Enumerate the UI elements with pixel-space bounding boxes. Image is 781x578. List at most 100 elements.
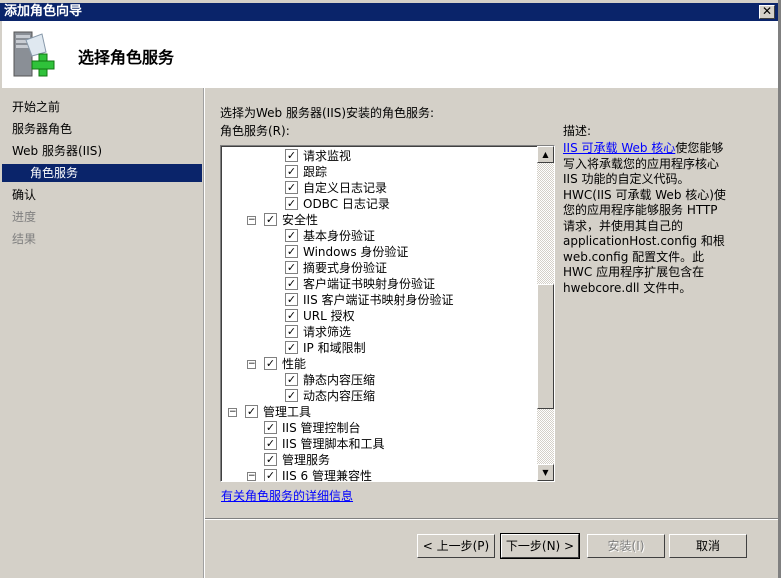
- tree-item-label: 静态内容压缩: [303, 373, 376, 387]
- checkbox[interactable]: ✓: [285, 229, 298, 242]
- tree-item[interactable]: ✓ IP 和域限制: [221, 340, 537, 356]
- arrow-down-icon: ▼: [542, 468, 549, 477]
- tree-item[interactable]: ✓ URL 授权: [221, 308, 537, 324]
- checkbox[interactable]: ✓: [285, 181, 298, 194]
- tree-item-label: IIS 客户端证书映射身份验证: [303, 293, 454, 307]
- tree-item[interactable]: ✓ 静态内容压缩: [221, 372, 537, 388]
- collapse-icon[interactable]: −: [228, 408, 237, 417]
- nav-item: 角色服务: [2, 164, 202, 182]
- tree-item[interactable]: − ✓ 安全性: [221, 212, 537, 228]
- tree-item[interactable]: ✓ 基本身份验证: [221, 228, 537, 244]
- tree-item-label: IIS 6 管理兼容性: [282, 469, 372, 482]
- next-button[interactable]: 下一步(N) >: [500, 533, 580, 559]
- tree-item-label: URL 授权: [303, 309, 355, 323]
- tree-item-label: 安全性: [282, 213, 319, 227]
- tree-item[interactable]: ✓ 客户端证书映射身份验证: [221, 276, 537, 292]
- tree-item-label: 请求筛选: [303, 325, 352, 339]
- tree-item[interactable]: ✓ 动态内容压缩: [221, 388, 537, 404]
- tree-item-label: 自定义日志记录: [303, 181, 388, 195]
- nav-item: 结果: [12, 232, 37, 246]
- tree-item[interactable]: ✓ 管理服务: [221, 452, 537, 468]
- collapse-icon[interactable]: −: [247, 472, 256, 481]
- description-link[interactable]: IIS 可承载 Web 核心: [563, 141, 675, 155]
- tree-item-label: 性能: [282, 357, 307, 371]
- page-title: 选择角色服务: [78, 48, 175, 67]
- description-label: 描述:: [563, 124, 592, 138]
- nav-item: 确认: [12, 188, 37, 202]
- more-info-link[interactable]: 有关角色服务的详细信息: [221, 487, 353, 504]
- checkbox[interactable]: ✓: [285, 197, 298, 210]
- nav-item: 进度: [12, 210, 37, 224]
- scrollbar[interactable]: ▲ ▼: [537, 146, 554, 481]
- window-title: 添加角色向导: [0, 3, 778, 21]
- collapse-icon[interactable]: −: [247, 360, 256, 369]
- divider: [203, 88, 205, 578]
- scroll-up-button[interactable]: ▲: [537, 146, 554, 163]
- tree-item[interactable]: − ✓ IIS 6 管理兼容性: [221, 468, 537, 482]
- tree-item[interactable]: − ✓ 性能: [221, 356, 537, 372]
- checkbox[interactable]: ✓: [245, 405, 258, 418]
- checkbox[interactable]: ✓: [285, 341, 298, 354]
- checkbox[interactable]: ✓: [264, 213, 277, 226]
- cancel-button[interactable]: 取消: [669, 534, 747, 558]
- checkbox[interactable]: ✓: [285, 149, 298, 162]
- close-icon: ✕: [761, 4, 773, 18]
- tree-item[interactable]: ✓ IIS 客户端证书映射身份验证: [221, 292, 537, 308]
- tree-item[interactable]: ✓ 自定义日志记录: [221, 180, 537, 196]
- tree-item-label: 基本身份验证: [303, 229, 376, 243]
- tree-item[interactable]: ✓ Windows 身份验证: [221, 244, 537, 260]
- tree-item[interactable]: ✓ 请求监视: [221, 148, 537, 164]
- checkbox[interactable]: ✓: [285, 261, 298, 274]
- arrow-up-icon: ▲: [542, 150, 549, 159]
- close-button[interactable]: ✕: [759, 5, 775, 19]
- checkbox[interactable]: ✓: [285, 389, 298, 402]
- description-body: 使您能够写入将承载您的应用程序核心 IIS 功能的自定义代码。HWC(IIS 可…: [563, 141, 726, 295]
- checkbox[interactable]: ✓: [285, 325, 298, 338]
- tree-item-label: ODBC 日志记录: [303, 197, 390, 211]
- nav-item: Web 服务器(IIS): [12, 144, 103, 158]
- tree-item-label: Windows 身份验证: [303, 245, 409, 259]
- description-text: IIS 可承载 Web 核心使您能够写入将承载您的应用程序核心 IIS 功能的自…: [563, 141, 733, 296]
- tree-item[interactable]: ✓ 摘要式身份验证: [221, 260, 537, 276]
- checkbox[interactable]: ✓: [264, 357, 277, 370]
- checkbox[interactable]: ✓: [264, 421, 277, 434]
- checkbox[interactable]: ✓: [264, 453, 277, 466]
- back-button[interactable]: < 上一步(P): [417, 534, 495, 558]
- tree-item-label: 动态内容压缩: [303, 389, 376, 403]
- nav-item: 服务器角色: [12, 122, 73, 136]
- tree-item-label: 摘要式身份验证: [303, 261, 388, 275]
- checkbox[interactable]: ✓: [285, 373, 298, 386]
- checkbox[interactable]: ✓: [285, 293, 298, 306]
- scroll-down-button[interactable]: ▼: [537, 464, 554, 481]
- tree-item[interactable]: ✓ 请求筛选: [221, 324, 537, 340]
- checkbox[interactable]: ✓: [285, 165, 298, 178]
- tree-item-label: 请求监视: [303, 149, 352, 163]
- tree-item-label: IIS 管理脚本和工具: [282, 437, 385, 451]
- checkbox[interactable]: ✓: [285, 277, 298, 290]
- tree-item-label: IIS 管理控制台: [282, 421, 361, 435]
- collapse-icon[interactable]: −: [247, 216, 256, 225]
- role-services-tree[interactable]: ✓ 请求监视 ✓ 跟踪 ✓ 自定义日志记录 ✓ ODBC 日志记录 − ✓ 安全性 ✓ 基本身份验证 ✓ W…: [220, 145, 555, 482]
- instruction-text: 选择为Web 服务器(IIS)安装的角色服务:: [220, 106, 435, 120]
- tree-item-label: 客户端证书映射身份验证: [303, 277, 436, 291]
- tree-item-label: 管理工具: [263, 405, 312, 419]
- checkbox[interactable]: ✓: [285, 309, 298, 322]
- tree-item-label: 跟踪: [303, 165, 328, 179]
- nav-item: 开始之前: [12, 100, 61, 114]
- scrollbar-thumb[interactable]: [537, 284, 554, 409]
- role-services-label: 角色服务(R):: [220, 124, 290, 138]
- wizard-nav: [2, 88, 202, 578]
- tree-item[interactable]: − ✓ 管理工具: [221, 404, 537, 420]
- checkbox[interactable]: ✓: [264, 469, 277, 481]
- checkbox[interactable]: ✓: [264, 437, 277, 450]
- separator: [205, 518, 778, 520]
- server-add-icon: [12, 30, 58, 80]
- tree-item[interactable]: ✓ IIS 管理脚本和工具: [221, 436, 537, 452]
- checkbox[interactable]: ✓: [285, 245, 298, 258]
- tree-item[interactable]: ✓ ODBC 日志记录: [221, 196, 537, 212]
- tree-item-label: 管理服务: [282, 453, 331, 467]
- tree-item[interactable]: ✓ IIS 管理控制台: [221, 420, 537, 436]
- tree-item[interactable]: ✓ 跟踪: [221, 164, 537, 180]
- install-button[interactable]: 安装(I): [587, 534, 665, 558]
- tree-item-label: IP 和域限制: [303, 341, 366, 355]
